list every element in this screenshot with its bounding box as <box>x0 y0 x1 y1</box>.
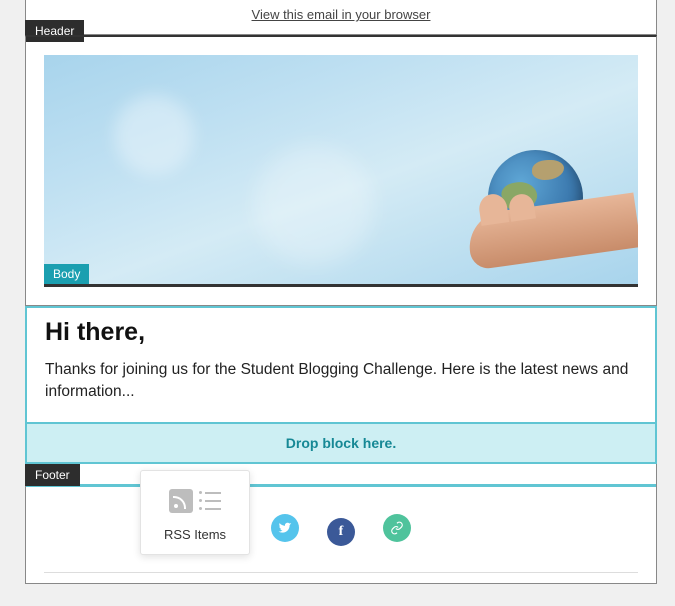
rss-items-label: RSS Items <box>141 527 249 542</box>
hands-graphic <box>465 192 638 270</box>
body-text-block[interactable]: Hi there, Thanks for joining us for the … <box>25 306 657 422</box>
social-row: f <box>26 514 656 546</box>
drop-block-zone[interactable]: Drop block here. <box>25 422 657 464</box>
link-icon[interactable] <box>383 514 411 542</box>
rss-items-block-drag[interactable]: RSS Items <box>140 470 250 555</box>
twitter-icon[interactable] <box>271 514 299 542</box>
list-icon <box>199 492 221 510</box>
facebook-icon[interactable]: f <box>327 518 355 546</box>
hero-image[interactable]: Body <box>44 55 638 287</box>
footer-divider <box>44 572 638 573</box>
greeting-heading: Hi there, <box>45 318 637 347</box>
body-paragraph: Thanks for joining us for the Student Bl… <box>45 359 637 404</box>
rss-icon <box>169 489 193 513</box>
footer-section-label: Footer <box>25 464 80 486</box>
footer-block[interactable]: Footer f <box>25 464 657 584</box>
view-in-browser-link[interactable]: View this email in your browser <box>252 7 431 22</box>
body-section-label: Body <box>44 264 89 284</box>
preheader-block[interactable]: View this email in your browser Header <box>25 0 657 35</box>
header-block[interactable]: Body <box>25 35 657 306</box>
